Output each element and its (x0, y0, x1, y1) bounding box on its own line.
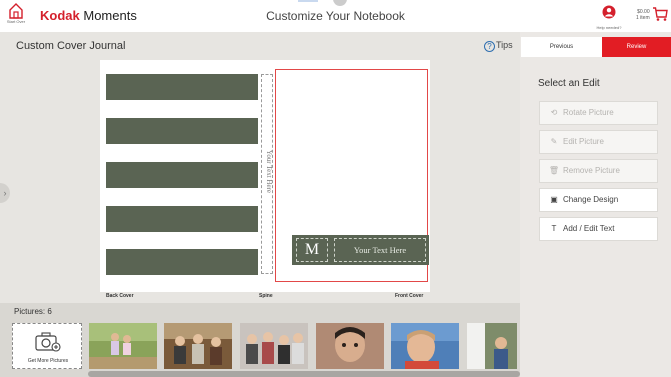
edit-panel-heading: Select an Edit (538, 78, 600, 89)
back-cover-label: Back Cover (106, 293, 134, 299)
rotate-icon: ⟲ (550, 108, 558, 117)
edit-picture-button[interactable]: ✎ Edit Picture (539, 130, 658, 154)
photo-thumbnail[interactable] (467, 323, 517, 369)
photo-thumbnail[interactable] (391, 323, 459, 369)
photo-family-group (164, 323, 232, 369)
page-title: Customize Your Notebook (266, 9, 405, 23)
add-edit-text-label: Add / Edit Text (563, 224, 615, 233)
front-cover-label: Front Cover (395, 293, 424, 299)
add-photo-icon (35, 332, 61, 352)
tips-label: Tips (496, 40, 513, 50)
edit-icon: ✎ (550, 137, 558, 146)
sub-header: Custom Cover Journal ? Tips (0, 32, 520, 60)
photo-thumbnail[interactable] (240, 323, 308, 369)
tips-button[interactable]: ? Tips (484, 40, 513, 52)
chevron-right-icon: › (3, 188, 7, 198)
photo-child-portrait (316, 323, 384, 369)
remove-picture-label: Remove Picture (563, 166, 620, 175)
photo-thumbnail[interactable] (316, 323, 384, 369)
remove-picture-button[interactable]: 🗑 Remove Picture (539, 159, 658, 183)
product-title: Custom Cover Journal (16, 40, 126, 52)
change-design-button[interactable]: ▣ Change Design (539, 188, 658, 212)
get-more-pictures-label: Get More Pictures (27, 358, 69, 364)
text-icon: T (551, 224, 557, 233)
photo-thumbnail[interactable] (164, 323, 232, 369)
collapse-handle[interactable]: › (0, 183, 10, 203)
help-button[interactable]: Help needed? (594, 5, 624, 30)
progress-step-dot (333, 0, 347, 6)
back-cover-stripe (106, 118, 258, 144)
photo-friends-group (240, 323, 308, 369)
trash-icon: 🗑 (548, 166, 560, 175)
photo-kids-outdoor (89, 323, 157, 369)
spine-text: Your Text Here (265, 150, 273, 193)
add-edit-text-button[interactable]: T Add / Edit Text (539, 217, 658, 241)
cart-icon[interactable] (652, 6, 668, 22)
monogram-text-box[interactable]: M (296, 238, 328, 262)
user-help-icon (602, 5, 616, 19)
previous-button[interactable]: Previous (521, 37, 602, 57)
pictures-count: Pictures: 6 (14, 307, 52, 316)
spine-label: Spine (259, 293, 273, 299)
rotate-picture-button[interactable]: ⟲ Rotate Picture (539, 101, 658, 125)
back-cover[interactable] (106, 74, 258, 275)
back-cover-stripe (106, 162, 258, 188)
back-cover-stripe (106, 74, 258, 100)
cart-summary[interactable]: $0.00 1 item (636, 9, 650, 21)
change-design-label: Change Design (563, 195, 619, 204)
pictures-scrollbar[interactable] (88, 371, 520, 377)
photo-boy-portrait (391, 323, 459, 369)
front-text-box[interactable]: Your Text Here (334, 238, 426, 262)
back-cover-stripe (106, 206, 258, 232)
get-more-pictures-button[interactable]: Get More Pictures (12, 323, 82, 369)
photo-thumbnail[interactable] (89, 323, 157, 369)
back-cover-stripe (106, 249, 258, 275)
top-bar: Start Over Kodak Moments Customize Your … (0, 0, 671, 32)
review-button[interactable]: Review (602, 37, 671, 57)
question-icon: ? (484, 41, 495, 52)
rotate-picture-label: Rotate Picture (563, 108, 614, 117)
design-icon: ▣ (550, 195, 558, 204)
cart-items: 1 item (636, 15, 650, 21)
photo-kid-outdoor (467, 323, 517, 369)
progress-indicator (298, 0, 318, 2)
edit-picture-label: Edit Picture (563, 137, 604, 146)
help-label: Help needed? (596, 25, 622, 30)
